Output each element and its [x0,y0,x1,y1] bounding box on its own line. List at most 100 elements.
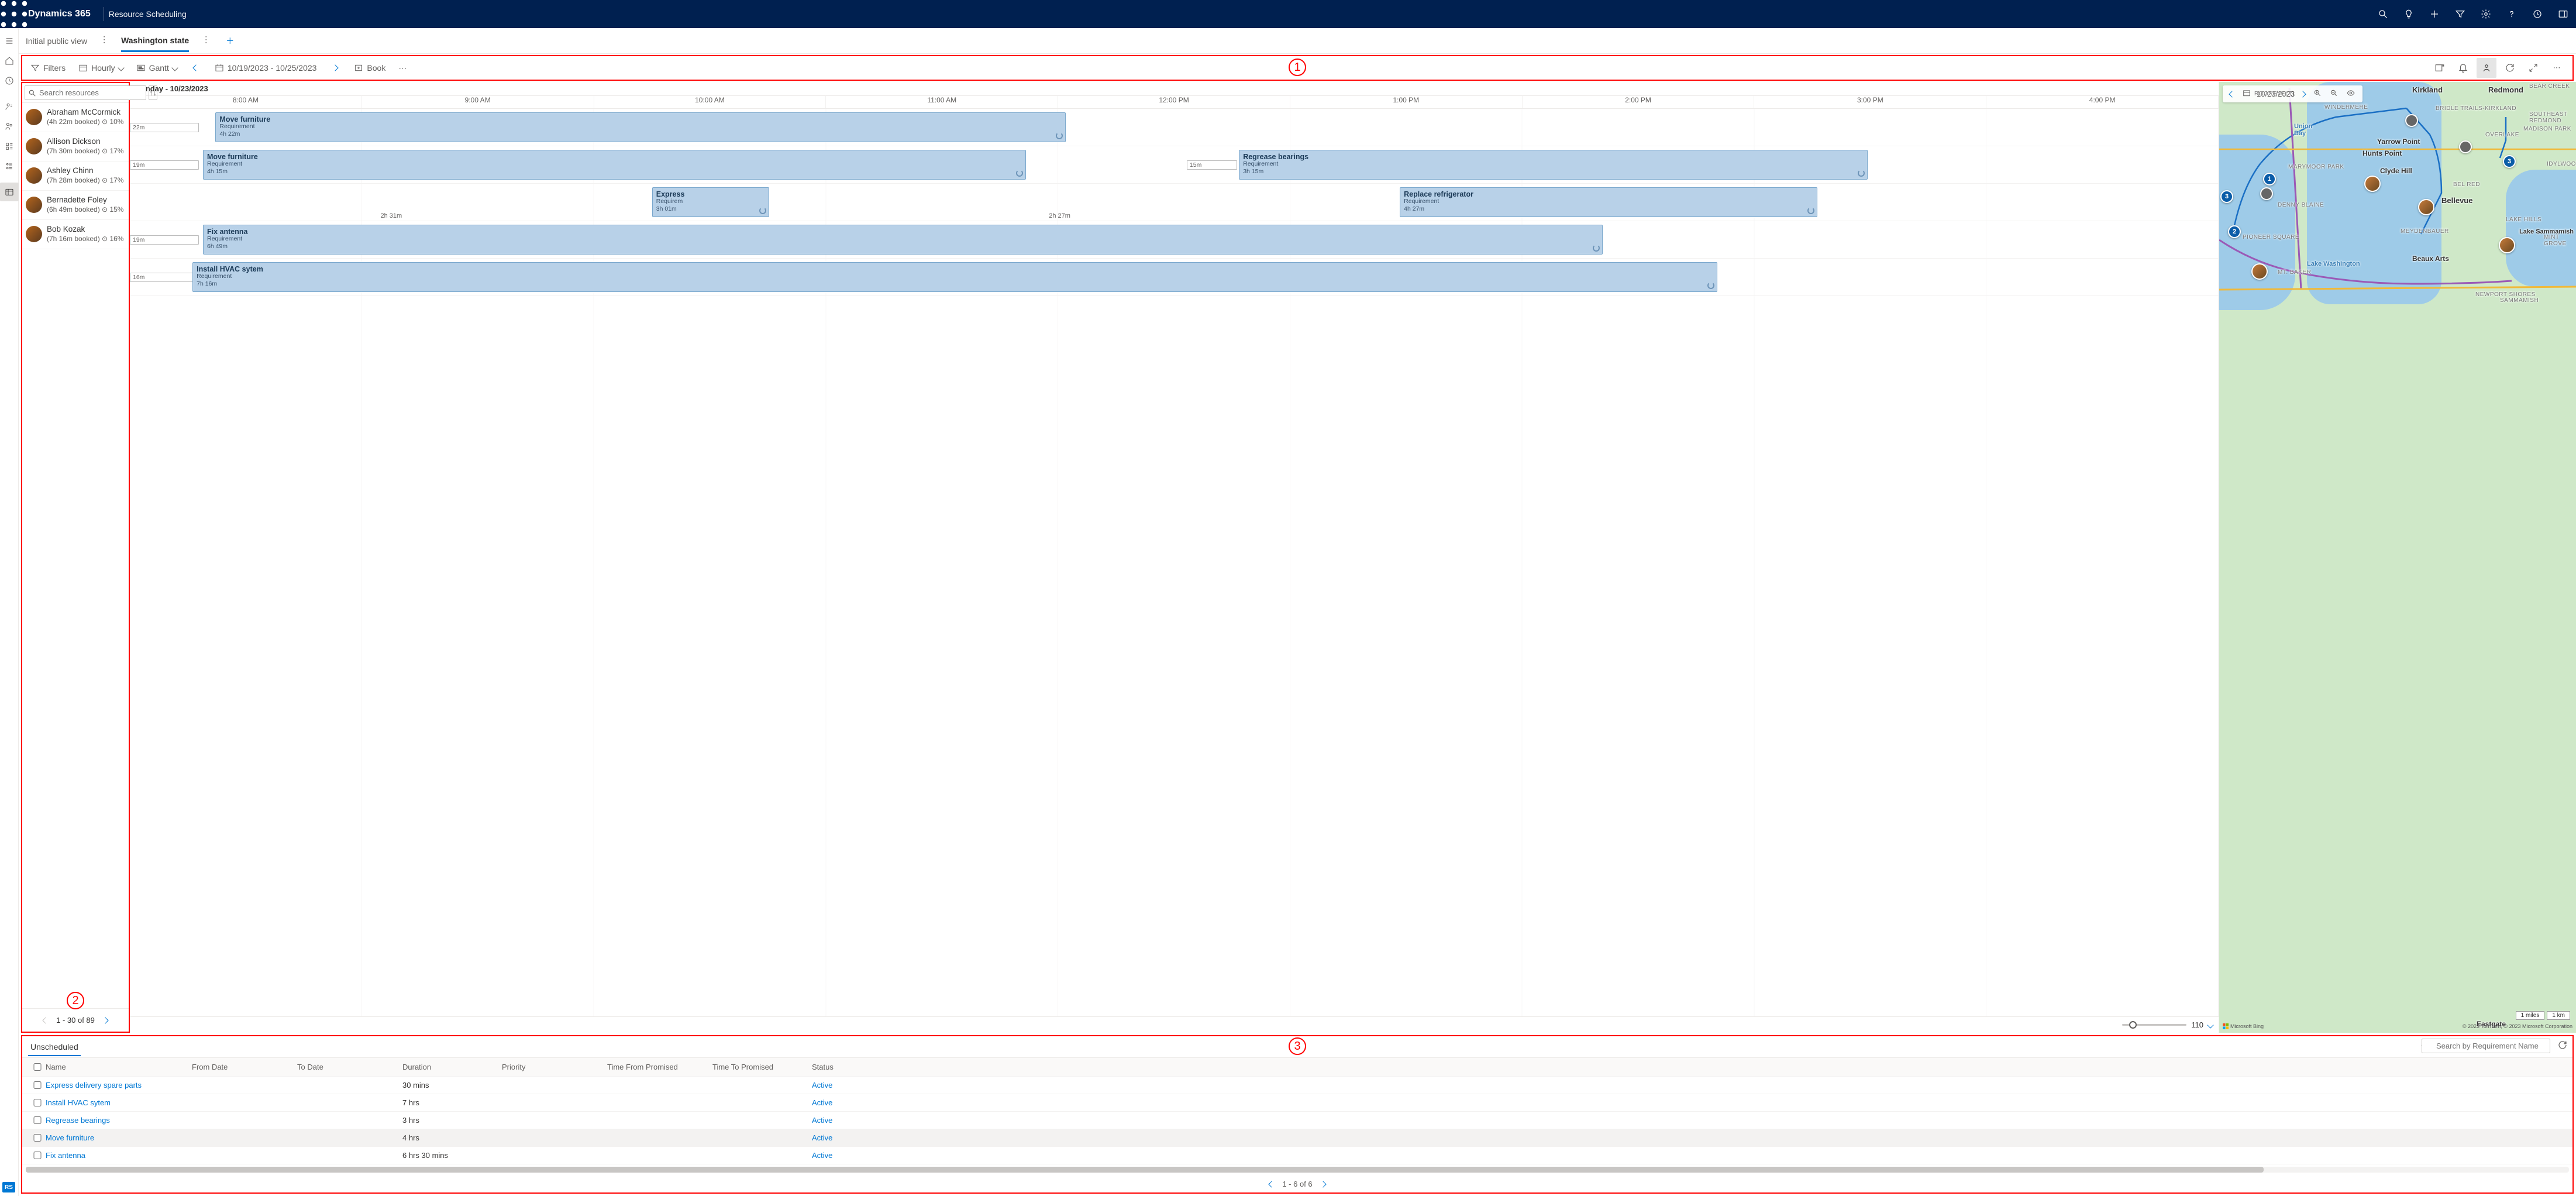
req-row[interactable]: Fix antenna 6 hrs 30 mins Active [22,1147,2572,1164]
zoom-out-icon[interactable] [2327,88,2340,100]
col-to[interactable]: To Date [297,1063,402,1071]
req-name-link[interactable]: Express delivery spare parts [46,1081,192,1090]
toolbar-bell-icon[interactable] [2453,58,2473,78]
resource-pager-prev[interactable] [43,1016,48,1025]
booking-block[interactable]: Move furniture Requirement 4h 22m [215,112,1065,142]
booking-block[interactable]: Regrease bearings Requirement 3h 15m [1239,150,1868,180]
booking-block[interactable]: Move furniture Requirement 4h 15m [203,150,1026,180]
view-menu-icon[interactable]: ⋮ [100,35,108,47]
req-status-link[interactable]: Active [812,1116,882,1125]
map-avatar-2[interactable] [2418,199,2434,215]
eye-icon[interactable] [2344,88,2358,100]
map-avatar-3[interactable] [2499,237,2515,253]
panel-icon[interactable] [2550,0,2576,28]
booking-block[interactable]: Fix antenna Requirement 6h 49m [203,225,1603,255]
col-status[interactable]: Status [812,1063,882,1071]
col-priority[interactable]: Priority [502,1063,607,1071]
nav-item-2[interactable] [0,117,19,136]
booking-block[interactable]: Install HVAC sytem Requirement 7h 16m [192,262,1717,292]
nav-item-schedule-icon[interactable] [0,183,19,201]
view-initial[interactable]: Initial public view [26,36,87,46]
map-pin-grey-2[interactable] [2459,140,2472,153]
map-prev-day[interactable] [2227,88,2237,99]
req-name-link[interactable]: Fix antenna [46,1151,192,1160]
zoom-control[interactable]: 110 [2122,1020,2213,1029]
req-check-all[interactable] [29,1063,46,1071]
resource-item[interactable]: Bob Kozak (7h 16m booked) ⊙ 16% [22,220,129,249]
req-pager-next[interactable] [1321,1180,1325,1188]
req-row-check[interactable] [29,1134,46,1142]
req-status-link[interactable]: Active [812,1081,882,1090]
req-row-check[interactable] [29,1116,46,1124]
gantt-body[interactable]: 22mMove furniture Requirement 4h 22m 19m… [130,109,2219,1016]
toolbar-people-icon[interactable] [2477,58,2496,78]
toolbar-more-icon[interactable]: ⋯ [396,61,409,75]
map-panel[interactable]: 10/23/2023 Kirkland Redmond Bellevue Yar… [2219,82,2576,1033]
resource-pager-next[interactable] [103,1016,108,1025]
map-pin-3[interactable]: 3 [2220,190,2233,203]
nav-item-3[interactable] [0,137,19,156]
map-pin-3b[interactable]: 3 [2503,155,2516,168]
toolbar-more-right-icon[interactable]: ⋯ [2547,58,2567,78]
date-next-button[interactable] [327,60,343,76]
req-hscrollbar[interactable] [26,1167,2569,1173]
req-name-link[interactable]: Move furniture [46,1133,192,1142]
layout-dropdown[interactable]: Gantt [134,61,180,75]
map-avatar-4[interactable] [2251,263,2268,280]
calendar-icon[interactable] [2240,88,2253,100]
req-row[interactable]: Express delivery spare parts 30 mins Act… [22,1077,2572,1094]
resource-sort-icon[interactable]: ↑↓ [149,85,157,100]
recent-icon[interactable] [0,71,19,90]
resource-item[interactable]: Allison Dickson (7h 30m booked) ⊙ 17% [22,132,129,161]
plus-icon[interactable] [2422,0,2447,28]
map-pin-1[interactable]: 1 [2263,173,2276,185]
col-duration[interactable]: Duration [402,1063,502,1071]
resource-item[interactable]: Bernadette Foley (6h 49m booked) ⊙ 15% [22,191,129,220]
map-avatar-1[interactable] [2364,176,2381,192]
req-name-link[interactable]: Regrease bearings [46,1116,192,1125]
req-row-check[interactable] [29,1081,46,1089]
home-icon[interactable] [0,51,19,70]
toolbar-refresh-icon[interactable] [2500,58,2520,78]
persona-badge[interactable]: RS [2,1182,15,1192]
toolbar-right-1-icon[interactable] [2430,58,2450,78]
req-row-check[interactable] [29,1099,46,1106]
resource-item[interactable]: Abraham McCormick (4h 22m booked) ⊙ 10% [22,103,129,132]
chevron-down-icon[interactable] [2207,1022,2213,1028]
filter-icon[interactable] [2447,0,2473,28]
req-refresh-icon[interactable] [2557,1040,2568,1052]
add-view-icon[interactable]: ＋ [223,35,237,47]
lightbulb-icon[interactable] [2396,0,2422,28]
nav-item-1[interactable] [0,97,19,116]
date-range-picker[interactable]: 10/19/2023 - 10/25/2023 [212,61,319,75]
view-menu-icon-2[interactable]: ⋮ [202,35,210,47]
req-name-link[interactable]: Install HVAC sytem [46,1098,192,1107]
search-icon[interactable] [2370,0,2396,28]
req-status-link[interactable]: Active [812,1133,882,1142]
req-row[interactable]: Install HVAC sytem 7 hrs Active [22,1094,2572,1112]
col-from[interactable]: From Date [192,1063,297,1071]
date-prev-button[interactable] [188,60,204,76]
assistant-icon[interactable] [2525,0,2550,28]
book-button[interactable]: Book [352,61,388,75]
filters-button[interactable]: Filters [28,61,68,75]
map-next-day[interactable] [2298,88,2308,99]
req-status-link[interactable]: Active [812,1098,882,1107]
hamburger-icon[interactable] [0,32,19,50]
gear-icon[interactable] [2473,0,2499,28]
map-pin-grey-1[interactable] [2405,114,2418,127]
app-launcher-icon[interactable] [0,0,28,28]
resource-item[interactable]: Ashley Chinn (7h 28m booked) ⊙ 17% [22,161,129,191]
map-pin-grey-3[interactable] [2260,187,2273,200]
zoom-in-icon[interactable] [2311,88,2324,100]
view-current[interactable]: Washington state [121,29,189,52]
req-search-input[interactable] [2422,1039,2550,1053]
req-row[interactable]: Move furniture 4 hrs Active [22,1129,2572,1147]
req-row[interactable]: Regrease bearings 3 hrs Active [22,1112,2572,1129]
toolbar-expand-icon[interactable] [2523,58,2543,78]
booking-block[interactable]: Replace refrigerator Requirement 4h 27m [1400,187,1817,217]
help-icon[interactable] [2499,0,2525,28]
req-tab-unscheduled[interactable]: Unscheduled [28,1037,81,1056]
col-tfp[interactable]: Time From Promised [607,1063,712,1071]
req-row-check[interactable] [29,1152,46,1159]
